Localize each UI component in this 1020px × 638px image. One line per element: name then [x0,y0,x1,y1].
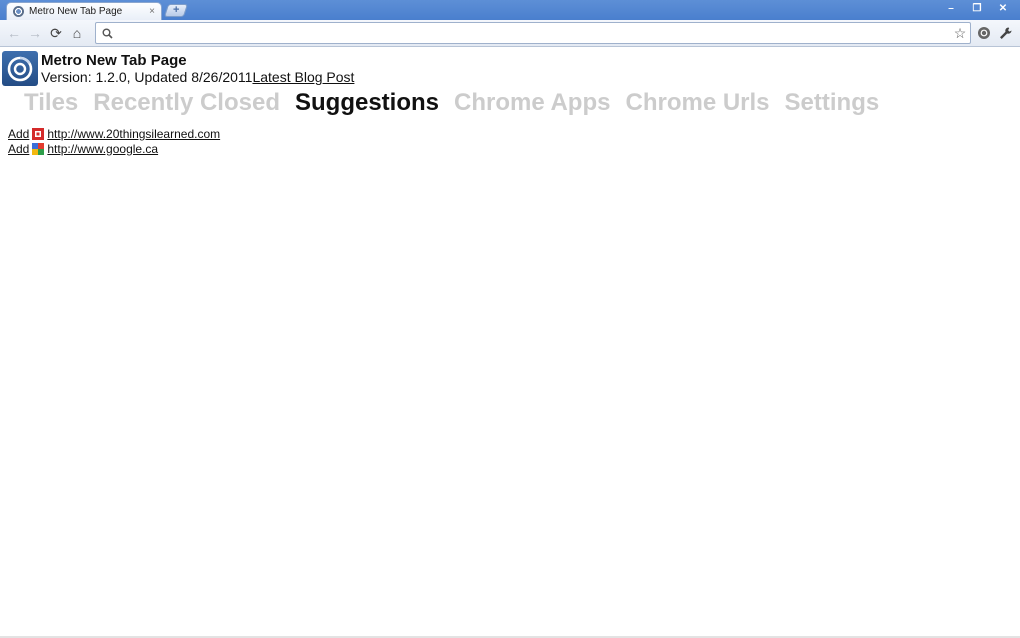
tab-chrome-urls[interactable]: Chrome Urls [625,89,769,117]
add-suggestion-button[interactable]: Add [8,142,29,156]
close-window-button[interactable]: ✕ [990,0,1016,16]
latest-blog-post-link[interactable]: Latest Blog Post [252,69,354,85]
add-suggestion-button[interactable]: Add [8,127,29,141]
omnibox-input[interactable] [118,24,950,42]
browser-titlebar: Metro New Tab Page × + – ❐ ✕ [0,0,1020,20]
page-title: Metro New Tab Page [41,52,187,69]
omnibox[interactable]: ☆ [95,22,971,44]
suggestion-list: Add http://www.20thingsilearned.com Add … [8,126,220,156]
main-nav: Tiles Recently Closed Suggestions Chrome… [24,89,894,117]
restore-button[interactable]: ❐ [964,0,990,16]
tab-settings[interactable]: Settings [785,89,880,117]
tab-title: Metro New Tab Page [29,6,123,17]
google-favicon-icon [32,142,45,155]
tab-suggestions[interactable]: Suggestions [295,89,439,117]
wrench-menu-icon[interactable] [995,23,1015,43]
forward-button[interactable]: → [25,23,45,43]
toolbar-extensions [974,23,1016,43]
list-item: Add http://www.google.ca [8,141,220,156]
suggestion-link[interactable]: http://www.google.ca [47,142,158,156]
back-button[interactable]: ← [4,23,24,43]
20things-favicon-icon [32,127,45,140]
tab-chrome-apps[interactable]: Chrome Apps [454,89,610,117]
search-icon [100,26,114,40]
list-item: Add http://www.20thingsilearned.com [8,126,220,141]
chrome-favicon-icon [13,6,24,17]
extension-chrome-icon[interactable] [974,23,994,43]
minimize-button[interactable]: – [938,0,964,16]
reload-button[interactable]: ⟳ [46,23,66,43]
home-button[interactable]: ⌂ [67,23,87,43]
tab-tiles[interactable]: Tiles [24,89,78,117]
version-line: Version: 1.2.0, Updated 8/26/2011Latest … [41,69,354,85]
browser-tab[interactable]: Metro New Tab Page × [6,2,162,20]
metro-logo-icon [2,51,38,86]
suggestion-link[interactable]: http://www.20thingsilearned.com [47,127,220,141]
plus-icon: + [172,4,180,16]
bookmark-star-icon[interactable]: ☆ [950,23,970,43]
tab-recently-closed[interactable]: Recently Closed [93,89,280,117]
new-tab-button[interactable]: + [163,4,189,17]
tab-close-icon[interactable]: × [149,6,155,17]
window-controls: – ❐ ✕ [938,0,1016,16]
browser-toolbar: ← → ⟳ ⌂ ☆ [0,20,1020,47]
version-text: Version: 1.2.0, Updated 8/26/2011 [41,69,253,85]
